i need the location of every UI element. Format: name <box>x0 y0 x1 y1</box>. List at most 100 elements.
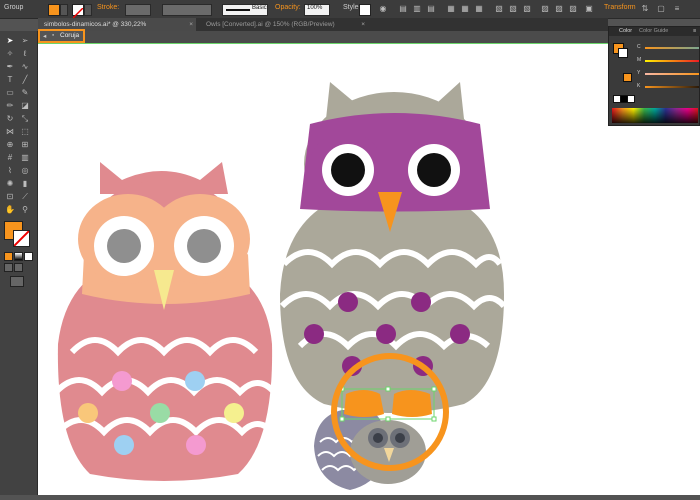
tab-owls-converted[interactable]: Owls [Converted].ai @ 150% (RGB/Preview)… <box>200 18 368 31</box>
direct-selection-icon[interactable]: ➢ <box>20 37 30 45</box>
eyedropper-icon[interactable]: ⌇ <box>5 167 15 175</box>
panel-menu-icon[interactable]: ≡ <box>672 5 682 13</box>
cyan-slider[interactable]: C <box>637 44 699 51</box>
graphic-style-swatch[interactable] <box>359 4 371 16</box>
distribute-right-icon[interactable]: ▨ <box>568 5 578 13</box>
zoom-icon[interactable]: ⚲ <box>20 206 30 214</box>
align-middle-icon[interactable]: ▦ <box>460 5 470 13</box>
tools-panel: ➤ ➢ ✧ ℓ ✒ ∿ T ╱ ▭ ✎ ✏ ◪ ↻ ⤡ ⋈ ⬚ ⊕ ⊞ # ▥ … <box>0 31 38 495</box>
blend-icon[interactable]: ◎ <box>20 167 30 175</box>
draw-behind-button[interactable] <box>14 263 23 272</box>
brush-label: Basic <box>252 5 267 11</box>
free-transform-icon[interactable]: ⬚ <box>20 128 30 136</box>
opacity-field[interactable]: 100% <box>304 4 330 16</box>
document-tab-bar: simbolos-dinamicos.ai* @ 330,22% (CMYK/P… <box>38 18 608 41</box>
control-bar: Group Stroke: Basic Opacity: 100% Style:… <box>0 0 700 19</box>
column-graph-icon[interactable]: ▮ <box>20 180 30 188</box>
isolation-label: Coruja <box>60 32 80 39</box>
rectangle-icon[interactable]: ▭ <box>5 89 15 97</box>
stroke-dropdown[interactable] <box>84 4 92 16</box>
recolor-artwork-icon[interactable]: ◉ <box>378 5 388 13</box>
gradient-icon[interactable]: ▥ <box>20 154 30 162</box>
opacity-label[interactable]: Opacity: <box>275 4 301 11</box>
distribute-left-icon[interactable]: ▨ <box>540 5 550 13</box>
perspective-icon[interactable]: ⊞ <box>20 141 30 149</box>
align-center-icon[interactable]: ▥ <box>412 5 422 13</box>
out-of-gamut-swatch[interactable] <box>623 73 632 82</box>
scale-icon[interactable]: ⤡ <box>20 115 30 123</box>
line-icon[interactable]: ╱ <box>20 76 30 84</box>
align-bottom-icon[interactable]: ▦ <box>474 5 484 13</box>
slice-icon[interactable]: ⟋ <box>20 193 30 201</box>
artboard-canvas[interactable] <box>38 44 700 495</box>
gradient-mode-button[interactable] <box>14 252 23 261</box>
transform-label[interactable]: Transform <box>604 4 636 11</box>
channel-label: C <box>637 44 641 50</box>
artwork <box>53 82 507 490</box>
pencil-icon[interactable]: ✏ <box>5 102 15 110</box>
shape-builder-icon[interactable]: ⊕ <box>5 141 15 149</box>
magic-wand-icon[interactable]: ✧ <box>5 50 15 58</box>
color-panel-tabs: Color Color Guide ≡ <box>609 27 700 36</box>
yellow-slider[interactable]: Y <box>637 70 699 77</box>
pink-owl[interactable] <box>53 162 277 481</box>
fill-dropdown[interactable] <box>60 4 68 16</box>
align-right-icon[interactable]: ▤ <box>426 5 436 13</box>
black-slider[interactable]: K <box>637 83 699 90</box>
artboard-icon[interactable]: ⊡ <box>5 193 15 201</box>
isolate-icon[interactable]: ▢ <box>656 5 666 13</box>
align-top-icon[interactable]: ▦ <box>446 5 456 13</box>
tab-label: Owls [Converted].ai @ 150% (RGB/Preview) <box>206 21 335 28</box>
back-arrow-icon[interactable]: ◂ <box>43 32 46 40</box>
stroke-label[interactable]: Stroke: <box>97 4 119 11</box>
distribute-center-icon[interactable]: ▧ <box>508 5 518 13</box>
variable-width-profile[interactable] <box>162 4 212 16</box>
stroke-swatch-large[interactable] <box>13 230 30 247</box>
channel-label: M <box>637 57 642 63</box>
brush-definition[interactable]: Basic <box>222 4 268 16</box>
magenta-slider[interactable]: M <box>637 57 699 64</box>
channel-label: K <box>637 83 641 89</box>
layer-icon: ▪ <box>52 32 55 39</box>
distribute-top-icon[interactable]: ▧ <box>494 5 504 13</box>
isolation-breadcrumb[interactable]: ◂ ▪ Coruja <box>38 29 85 43</box>
type-icon[interactable]: T <box>5 76 15 84</box>
stroke-color-swatch[interactable] <box>618 48 628 58</box>
screen-mode-button[interactable] <box>10 276 24 287</box>
isolation-mode-bar: ◂ ▪ Coruja <box>38 29 608 44</box>
rotate-icon[interactable]: ↻ <box>5 115 15 123</box>
lasso-icon[interactable]: ℓ <box>20 50 30 58</box>
style-label: Style: <box>343 4 361 11</box>
none-mode-button[interactable] <box>24 252 33 261</box>
panel-menu-icon[interactable]: ≡ <box>693 28 696 34</box>
reflect-icon[interactable]: ⇅ <box>640 5 650 13</box>
tab-color-guide[interactable]: Color Guide <box>639 28 668 34</box>
curvature-icon[interactable]: ∿ <box>20 63 30 71</box>
align-left-icon[interactable]: ▤ <box>398 5 408 13</box>
eraser-icon[interactable]: ◪ <box>20 102 30 110</box>
symbol-sprayer-icon[interactable]: ✺ <box>5 180 15 188</box>
color-spectrum-bar[interactable] <box>612 108 698 123</box>
gray-owl[interactable] <box>279 82 507 413</box>
color-mode-button[interactable] <box>4 252 13 261</box>
selection-icon[interactable]: ➤ <box>5 37 15 45</box>
align-to-icon[interactable]: ▣ <box>584 5 594 13</box>
fill-color-swatch[interactable] <box>48 4 60 16</box>
paintbrush-icon[interactable]: ✎ <box>20 89 30 97</box>
close-icon[interactable]: × <box>361 18 365 31</box>
stroke-color-swatch[interactable] <box>72 4 84 19</box>
width-icon[interactable]: ⋈ <box>5 128 15 136</box>
distribute-hcenter-icon[interactable]: ▨ <box>554 5 564 13</box>
tab-color[interactable]: Color <box>619 28 632 34</box>
distribute-bottom-icon[interactable]: ▧ <box>522 5 532 13</box>
no-stroke-icon <box>13 230 30 247</box>
close-icon[interactable]: × <box>189 18 193 31</box>
stroke-weight-field[interactable] <box>125 4 151 16</box>
draw-normal-button[interactable] <box>4 263 13 272</box>
white-swatch[interactable] <box>627 95 635 103</box>
mesh-icon[interactable]: # <box>5 154 15 162</box>
opacity-value: 100% <box>307 5 323 11</box>
hand-icon[interactable]: ✋ <box>5 206 15 214</box>
small-owl[interactable] <box>314 410 426 490</box>
pen-icon[interactable]: ✒ <box>5 63 15 71</box>
